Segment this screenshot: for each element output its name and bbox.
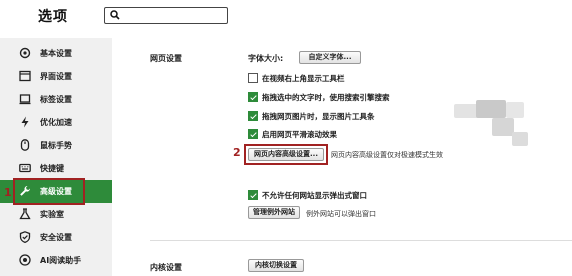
option-label: 在视频右上角显示工具栏 [262,74,345,83]
section-label-kernel-settings: 内核设置 [150,263,182,272]
ai-icon [19,254,31,266]
option-drag-text-search[interactable]: 拖拽选中的文字时，使用搜索引擎搜索 [248,91,448,103]
option-video-toolbar[interactable]: 在视频右上角显示工具栏 [248,72,448,84]
sidebar-item-label: 快捷键 [40,164,64,173]
advanced-content-settings-button[interactable]: 网页内容高级设置... [248,148,324,161]
sidebar-item-security[interactable]: 安全设置 [0,226,112,249]
manage-exceptions-button[interactable]: 管理例外网站 [248,206,300,219]
lightning-icon [21,116,29,128]
blurred-region [476,100,506,118]
tab-icon [19,94,31,105]
sidebar-item-label: 安全设置 [40,233,72,242]
sidebar-item-shortcuts[interactable]: 快捷键 [0,157,112,180]
option-smooth-scroll[interactable]: 启用网页平滑滚动效果 [248,128,448,140]
option-label: 拖拽选中的文字时，使用搜索引擎搜索 [262,93,390,102]
checkbox-drag-text-search[interactable] [248,92,258,102]
search-box[interactable] [104,7,228,24]
sidebar-item-label: AI阅读助手 [40,256,82,265]
search-input[interactable] [123,9,223,22]
sidebar-item-mouse-gestures[interactable]: 鼠标手势 [0,134,112,157]
sidebar-item-ai-reader[interactable]: AI阅读助手 [0,249,112,272]
keyboard-icon [19,163,31,173]
kernel-switch-button[interactable]: 内核切换设置 [248,259,304,272]
blurred-region [506,102,524,118]
custom-font-button[interactable]: 自定义字体... [299,51,361,64]
blurred-region [512,132,528,146]
sidebar-item-basic-settings[interactable]: 基本设置 [0,42,112,65]
section-label-web-settings: 网页设置 [150,54,182,63]
title-bar: 选项 [0,0,572,32]
checkbox-block-popups[interactable] [248,190,258,200]
annotation-number-2: 2 [233,146,241,159]
checkbox-video-toolbar[interactable] [248,73,258,83]
sidebar-item-label: 基本设置 [40,49,72,58]
sidebar-item-label: 鼠标手势 [40,141,72,150]
blurred-region [454,104,478,118]
flask-icon [19,208,31,220]
gear-icon [19,47,31,59]
search-icon [110,10,120,20]
option-label: 不允许任何网站显示弹出式窗口 [262,191,367,200]
option-label: 启用网页平滑滚动效果 [262,130,337,139]
mouse-icon [20,139,30,151]
annotation-number-1: 1 [4,186,12,199]
checkbox-smooth-scroll[interactable] [248,129,258,139]
checkbox-drag-image-toolbar[interactable] [248,111,258,121]
sidebar-item-label: 优化加速 [40,118,72,127]
sidebar-item-lab[interactable]: 实验室 [0,203,112,226]
font-size-label: 字体大小: [248,54,284,63]
sidebar-item-interface-settings[interactable]: 界面设置 [0,65,112,88]
advanced-content-note: 网页内容高级设置仅对极速模式生效 [331,151,443,159]
page-title: 选项 [38,9,68,25]
option-label: 拖拽网页图片时，显示图片工具条 [262,112,375,121]
sidebar-item-label: 界面设置 [40,72,72,81]
sidebar-item-label: 标签设置 [40,95,72,104]
sidebar-item-tab-settings[interactable]: 标签设置 [0,88,112,111]
sidebar-item-optimize[interactable]: 优化加速 [0,111,112,134]
option-drag-image-toolbar[interactable]: 拖拽网页图片时，显示图片工具条 [248,110,448,122]
shield-icon [19,231,31,243]
blurred-region [492,118,514,136]
window-icon [19,70,31,82]
option-block-popups[interactable]: 不允许任何网站显示弹出式窗口 [248,189,448,201]
highlight-box-advanced-settings [13,178,85,205]
sidebar-item-label: 实验室 [40,210,64,219]
sidebar: 基本设置 界面设置 标签设置 优化加速 鼠标手势 快捷键 高级设置 实验室 安全… [0,38,112,276]
section-divider [150,240,572,241]
exceptions-note: 例外网站可以弹出窗口 [306,210,376,218]
